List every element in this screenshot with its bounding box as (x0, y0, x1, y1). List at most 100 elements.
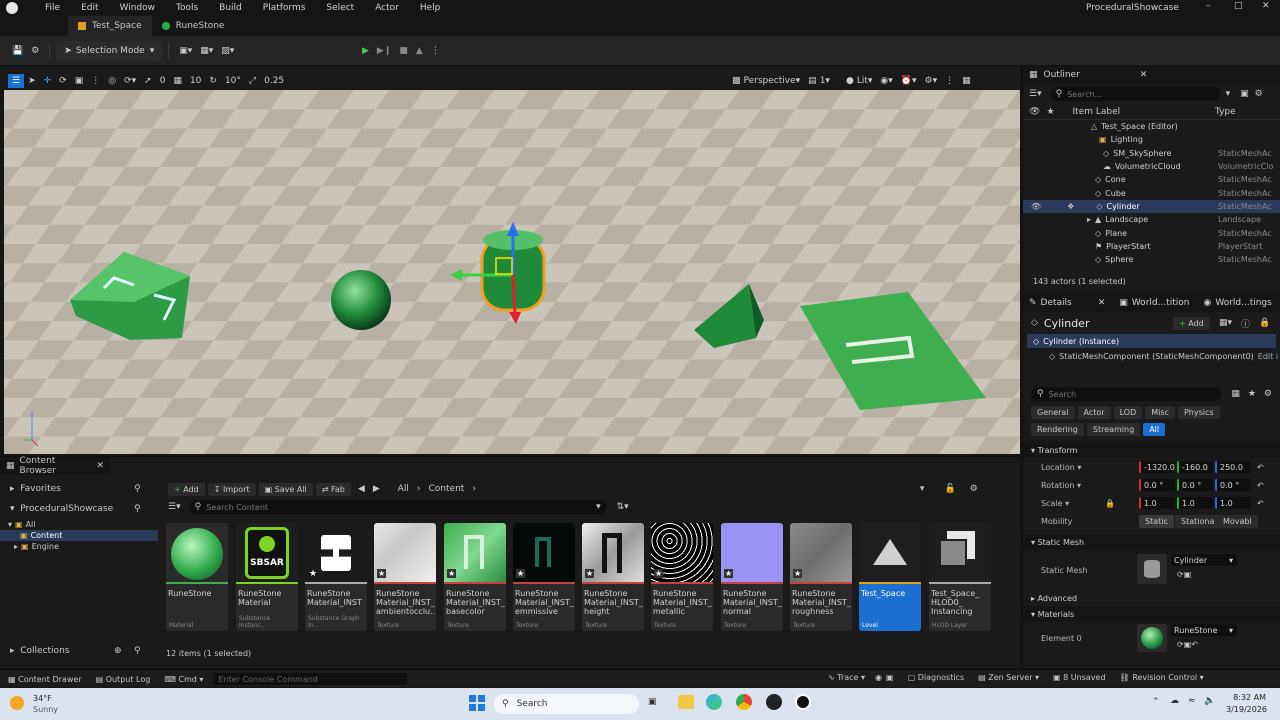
filter-general[interactable]: General (1031, 406, 1075, 419)
sort-icon[interactable]: ⇅▾ (617, 502, 629, 512)
back-icon[interactable]: ◀ (358, 484, 365, 494)
lock-icon[interactable]: 🔒 (1105, 499, 1115, 508)
forward-icon[interactable]: ▶ (373, 484, 380, 494)
filter-actor[interactable]: Actor (1077, 406, 1111, 419)
column-type[interactable]: Type (1215, 107, 1236, 117)
translate-icon[interactable]: ✛ (40, 71, 56, 91)
move-snap-value[interactable]: 0 (156, 71, 170, 91)
transform-menu-icon[interactable]: ☰ (8, 74, 25, 88)
favorites-icon[interactable]: ★ (1248, 389, 1256, 399)
menu-file[interactable]: File (45, 3, 60, 13)
search-icon[interactable]: ⚲ (134, 484, 141, 494)
tree-engine[interactable]: ▸ ▣ Engine (0, 541, 158, 552)
chevron-down-icon[interactable]: ▾ (920, 484, 925, 494)
view-options-icon[interactable]: ▦ (1231, 389, 1240, 399)
location-x-field[interactable]: -1320.0 (1139, 461, 1175, 473)
output-log-button[interactable]: ▤ Output Log (96, 675, 151, 684)
blueprint-icon[interactable]: ▦▾ (1219, 318, 1232, 328)
diagnostics-button[interactable]: ▢ Diagnostics (908, 673, 965, 682)
tree-row-cone[interactable]: ◇ Cone StaticMeshAc (1023, 173, 1280, 186)
move-snap-icon[interactable]: ➚ (140, 71, 156, 91)
content-browser-tab[interactable]: ▦ Content Browser ✕ (0, 456, 110, 476)
mobility-movable[interactable]: Movabl (1217, 514, 1258, 528)
minimize-icon[interactable]: – (1206, 1, 1211, 11)
add-collection-icon[interactable]: ⊕ (114, 646, 122, 656)
rotation-snap-value[interactable]: 10° (221, 71, 245, 91)
column-item-label[interactable]: Item Label (1073, 107, 1121, 117)
performance-icon[interactable]: ⏰▾ (897, 71, 921, 91)
rotate-icon[interactable]: ⟳ (55, 71, 71, 91)
tree-row-plane[interactable]: ◇ Plane StaticMeshAc (1023, 226, 1280, 239)
tree-row-playerstart[interactable]: ⚑ PlayerStart PlayerStart (1023, 240, 1280, 253)
asset-tile-selected[interactable]: Test_Space Level (859, 523, 921, 631)
close-icon[interactable]: ✕ (96, 461, 104, 471)
filter-streaming[interactable]: Streaming (1086, 423, 1141, 436)
menu-help[interactable]: Help (420, 3, 441, 13)
play-icon[interactable]: ▶ (358, 41, 373, 61)
sphere-mesh[interactable] (331, 270, 391, 330)
asset-tile[interactable]: RuneStone Material (166, 523, 228, 631)
add-component-button[interactable]: + Add (1173, 316, 1210, 330)
filter-rendering[interactable]: Rendering (1031, 423, 1084, 436)
taskbar-search[interactable]: ⚲ Search (494, 694, 639, 714)
edge-icon[interactable] (706, 694, 722, 710)
source-control-icon[interactable]: ⚙ (27, 41, 43, 61)
lock-icon[interactable]: 🔒 (1259, 318, 1270, 328)
step-icon[interactable]: ▶❙ (373, 41, 395, 61)
menu-actor[interactable]: Actor (375, 3, 399, 13)
reset-icon[interactable]: ↶ (1257, 499, 1264, 508)
selection-mode-dropdown[interactable]: ➤ Selection Mode ▾ (56, 41, 163, 61)
file-explorer-icon[interactable] (678, 695, 694, 709)
project-row[interactable]: ▾ ProceduralShowcase ⚲ (0, 499, 158, 519)
select-icon[interactable]: ➤ (24, 71, 40, 91)
camera-speed-dropdown[interactable]: ▤ 1 ▾ (804, 71, 834, 91)
menu-window[interactable]: Window (120, 3, 156, 13)
outliner-search-input[interactable]: ⚲ Search... (1049, 87, 1220, 101)
rotation-z-field[interactable]: 0.0 ° (1215, 479, 1251, 491)
rotation-dropdown[interactable]: Rotation ▾ (1041, 481, 1081, 490)
fab-button[interactable]: ⇄ Fab (315, 482, 351, 496)
scale-snap-icon[interactable]: ⤢ (245, 71, 260, 91)
tree-row-skysphere[interactable]: ◇ SM_SkySphere StaticMeshAc (1023, 147, 1280, 160)
asset-tile[interactable]: ★ RuneStone Material_INST_ ambientocclu.… (374, 523, 436, 631)
search-icon[interactable]: ⚲ (134, 504, 141, 514)
console-input[interactable]: Enter Console Command (213, 673, 408, 685)
weather-widget[interactable] (10, 693, 30, 713)
menu-select[interactable]: Select (326, 3, 354, 13)
folder-add-icon[interactable]: ▣ (1240, 89, 1249, 99)
filter-misc[interactable]: Misc (1145, 406, 1175, 419)
browse-icon[interactable]: ⟳▣ (1177, 570, 1191, 579)
more-options-icon[interactable]: ⋮ (941, 71, 958, 91)
lock-icon[interactable]: 🔓 (944, 484, 955, 494)
filter-all[interactable]: All (1143, 423, 1166, 436)
network-icon[interactable]: ☁ (1170, 696, 1179, 706)
tab-world-partition[interactable]: World...tition (1132, 298, 1190, 308)
speaker-icon[interactable]: 🔈 (1204, 696, 1215, 706)
cmd-dropdown[interactable]: ⌨ Cmd ▾ (164, 675, 203, 684)
chevron-up-icon[interactable]: ⌃ (1152, 697, 1160, 707)
tab-test-space[interactable]: Test_Space (68, 16, 152, 36)
menu-edit[interactable]: Edit (81, 3, 98, 13)
favorites-row[interactable]: ▸ Favorites ⚲ (0, 479, 158, 499)
filter-lod[interactable]: LOD (1113, 406, 1143, 419)
mesh-thumbnail[interactable] (1137, 554, 1167, 584)
eject-icon[interactable]: ▲ (412, 41, 427, 61)
add-actor-icon[interactable]: ▣▾ (175, 41, 196, 61)
materials-section-header[interactable]: ▾ Materials (1023, 606, 1280, 622)
rotation-snap-icon[interactable]: ↻ (205, 71, 221, 91)
maximize-icon[interactable]: □ (1234, 1, 1243, 11)
tree-row-world[interactable]: △ Test_Space (Editor) (1023, 120, 1280, 133)
mobility-stationary[interactable]: Stationa (1175, 514, 1221, 528)
filter-icon[interactable]: ☰▾ (1029, 89, 1042, 99)
obs-icon[interactable] (766, 694, 782, 710)
scale-snap-value[interactable]: 0.25 (260, 71, 288, 91)
tree-all[interactable]: ▾ ▣ All (0, 519, 158, 530)
menu-platforms[interactable]: Platforms (263, 3, 306, 13)
path-all[interactable]: All (398, 484, 409, 494)
help-icon[interactable]: ⓘ (1241, 317, 1250, 330)
record-icon[interactable]: ◉ (875, 673, 882, 682)
advanced-section-header[interactable]: ▸ Advanced (1023, 590, 1280, 606)
scale-x-field[interactable]: 1.0 (1139, 497, 1175, 509)
scale-y-field[interactable]: 1.0 (1177, 497, 1213, 509)
mobility-static[interactable]: Static (1139, 514, 1174, 528)
